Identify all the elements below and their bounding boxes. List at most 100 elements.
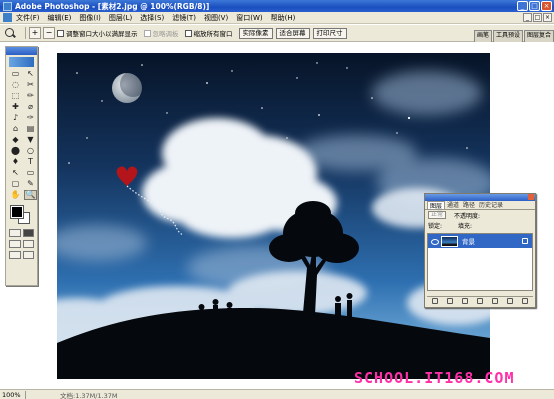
move-tool-icon[interactable]: ↖ xyxy=(24,69,37,79)
zoom-all-label: 缩放所有窗口 xyxy=(193,30,233,38)
new-group-icon[interactable] xyxy=(492,298,499,304)
standard-screen-mode-icon[interactable] xyxy=(9,240,21,248)
title-bar: Adobe Photoshop - [素材2.jpg @ 100%(RGB/8)… xyxy=(0,0,554,12)
foreground-color-swatch[interactable] xyxy=(10,205,24,219)
document-icon[interactable] xyxy=(3,13,12,22)
checkbox-box xyxy=(184,29,192,37)
tab-paths[interactable]: 路径 xyxy=(461,201,477,209)
notes-tool-icon[interactable]: ▢ xyxy=(9,179,22,189)
quick-mask-mode-icon[interactable] xyxy=(22,229,34,237)
tab-channels[interactable]: 通道 xyxy=(445,201,461,209)
standard-mode-icon[interactable] xyxy=(9,229,21,237)
doc-minimize-button[interactable]: _ xyxy=(523,13,532,22)
toolbox: ▭ ↖ ◌ ✂ ⬚ ✏ ✚ ⌀ ♪ ✑ ⌂ ▤ ◆ ▼ ⬤ ○ ♦ T ↖ ▭ … xyxy=(5,46,38,286)
checkbox-box xyxy=(143,29,151,37)
close-button[interactable]: × xyxy=(541,1,552,11)
menu-image[interactable]: 图像(I) xyxy=(79,13,101,23)
layer-style-icon[interactable] xyxy=(446,298,453,304)
menu-view[interactable]: 视图(V) xyxy=(204,13,228,23)
menu-edit[interactable]: 编辑(E) xyxy=(48,13,72,23)
eraser-tool-icon[interactable]: ⌂ xyxy=(9,124,22,134)
minimize-button[interactable]: _ xyxy=(517,1,528,11)
actual-pixels-button[interactable]: 实际像素 xyxy=(238,27,273,39)
healing-brush-tool-icon[interactable]: ✚ xyxy=(9,102,22,112)
layer-list: 背景 xyxy=(427,233,533,291)
path-selection-tool-icon[interactable]: ⬤ xyxy=(9,146,22,156)
dodge-tool-icon[interactable]: ▼ xyxy=(24,135,37,145)
direct-selection-tool-icon[interactable]: ↖ xyxy=(9,168,22,178)
menu-filter[interactable]: 滤镜(T) xyxy=(172,13,196,23)
type-tool-icon[interactable]: T xyxy=(24,157,37,167)
watermark: SCHOOL.IT168.COM xyxy=(354,369,515,387)
slice-tool-icon[interactable]: ✏ xyxy=(24,91,37,101)
mask-mode-row xyxy=(6,229,37,237)
print-size-button[interactable]: 打印尺寸 xyxy=(312,27,347,39)
options-bar: + − 调整窗口大小以满屏显示 忽略调板 缩放所有窗口 实际像素 适合屏幕 打印… xyxy=(0,25,554,42)
tool-grid: ▭ ↖ ◌ ✂ ⬚ ✏ ✚ ⌀ ♪ ✑ ⌂ ▤ ◆ ▼ ⬤ ○ ♦ T ↖ ▭ … xyxy=(6,69,37,200)
jump-to-imageready-icon[interactable] xyxy=(9,251,21,259)
blur-tool-icon[interactable]: ◆ xyxy=(9,135,22,145)
zoom-in-button[interactable]: + xyxy=(29,27,41,39)
lasso-tool-icon[interactable]: ◌ xyxy=(9,80,22,90)
document-window-controls: _ □ × xyxy=(523,13,552,22)
full-screen-menu-mode-icon[interactable] xyxy=(22,240,34,248)
pen-tool-icon[interactable]: ♦ xyxy=(9,157,22,167)
resize-windows-label: 调整窗口大小以满屏显示 xyxy=(66,30,138,38)
palette-well-tab-brushes[interactable]: 画笔 xyxy=(473,30,492,42)
close-icon[interactable] xyxy=(528,194,534,200)
shape-tool-icon[interactable]: ○ xyxy=(24,146,37,156)
eyedropper-tool-icon[interactable]: ✎ xyxy=(24,179,37,189)
history-brush-tool-icon[interactable]: ✑ xyxy=(24,113,37,123)
link-layers-icon[interactable] xyxy=(431,298,438,304)
menu-select[interactable]: 选择(S) xyxy=(140,13,164,23)
menu-help[interactable]: 帮助(H) xyxy=(271,13,296,23)
layer-row[interactable]: 背景 xyxy=(428,234,532,248)
palette-well-tab-tool-presets[interactable]: 工具预设 xyxy=(492,30,523,42)
trash-icon[interactable] xyxy=(522,298,529,304)
lock-icon xyxy=(522,238,528,244)
zoom-level[interactable]: 100% xyxy=(0,390,26,399)
magic-wand-tool-icon[interactable]: ✂ xyxy=(24,80,37,90)
marquee-tool-icon[interactable]: ▭ xyxy=(9,69,22,79)
zoom-tool-icon[interactable] xyxy=(4,27,16,39)
toolbox-title-bar[interactable] xyxy=(6,47,37,55)
zoom-out-button[interactable]: − xyxy=(43,27,55,39)
adjustment-layer-icon[interactable] xyxy=(476,298,483,304)
separator xyxy=(25,27,26,39)
ignore-palettes-label: 忽略调板 xyxy=(152,30,179,38)
layer-name: 背景 xyxy=(462,238,475,246)
doc-restore-button[interactable]: □ xyxy=(533,13,542,22)
tab-history[interactable]: 历史记录 xyxy=(477,201,505,209)
maximize-button[interactable]: □ xyxy=(529,1,540,11)
gradient-tool-icon[interactable]: ▤ xyxy=(24,124,37,134)
brush-tool-icon[interactable]: ⌀ xyxy=(24,102,37,112)
menu-bar: 文件(F) 编辑(E) 图像(I) 图层(L) 选择(S) 滤镜(T) 视图(V… xyxy=(0,12,554,24)
layer-mask-icon[interactable] xyxy=(461,298,468,304)
new-layer-icon[interactable] xyxy=(507,298,514,304)
zoom-all-windows-checkbox[interactable]: 缩放所有窗口 xyxy=(184,28,233,38)
photoshop-logo[interactable] xyxy=(9,57,34,67)
checkbox-box xyxy=(57,29,64,37)
crop-tool-icon[interactable]: ⬚ xyxy=(9,91,22,101)
palette-tabs: 图层 通道 路径 历史记录 xyxy=(425,201,535,210)
resize-windows-checkbox[interactable]: 调整窗口大小以满屏显示 xyxy=(57,28,138,38)
menu-layer[interactable]: 图层(L) xyxy=(109,13,132,23)
window-title: Adobe Photoshop - [素材2.jpg @ 100%(RGB/8)… xyxy=(15,1,210,11)
clone-stamp-tool-icon[interactable]: ♪ xyxy=(9,113,22,123)
doc-close-button[interactable]: × xyxy=(543,13,552,22)
zoom-tool-icon[interactable]: 🔍 xyxy=(24,190,37,200)
tab-layers[interactable]: 图层 xyxy=(427,201,446,210)
jump-row xyxy=(6,251,37,259)
rectangle-tool-icon[interactable]: ▭ xyxy=(24,168,37,178)
palette-well-tab-layer-comps[interactable]: 图层复合 xyxy=(523,30,554,42)
layers-palette-title-bar[interactable] xyxy=(425,194,535,201)
eye-icon[interactable] xyxy=(430,237,439,246)
blend-mode-select[interactable]: 正常 xyxy=(428,211,447,219)
fit-screen-button[interactable]: 适合屏幕 xyxy=(275,27,310,39)
screen-mode-row xyxy=(6,240,37,248)
menu-window[interactable]: 窗口(W) xyxy=(236,13,262,23)
full-screen-mode-icon[interactable] xyxy=(22,251,34,259)
ignore-palettes-checkbox: 忽略调板 xyxy=(143,28,179,38)
hand-tool-icon[interactable]: ✋ xyxy=(9,190,22,200)
menu-file[interactable]: 文件(F) xyxy=(16,13,40,23)
